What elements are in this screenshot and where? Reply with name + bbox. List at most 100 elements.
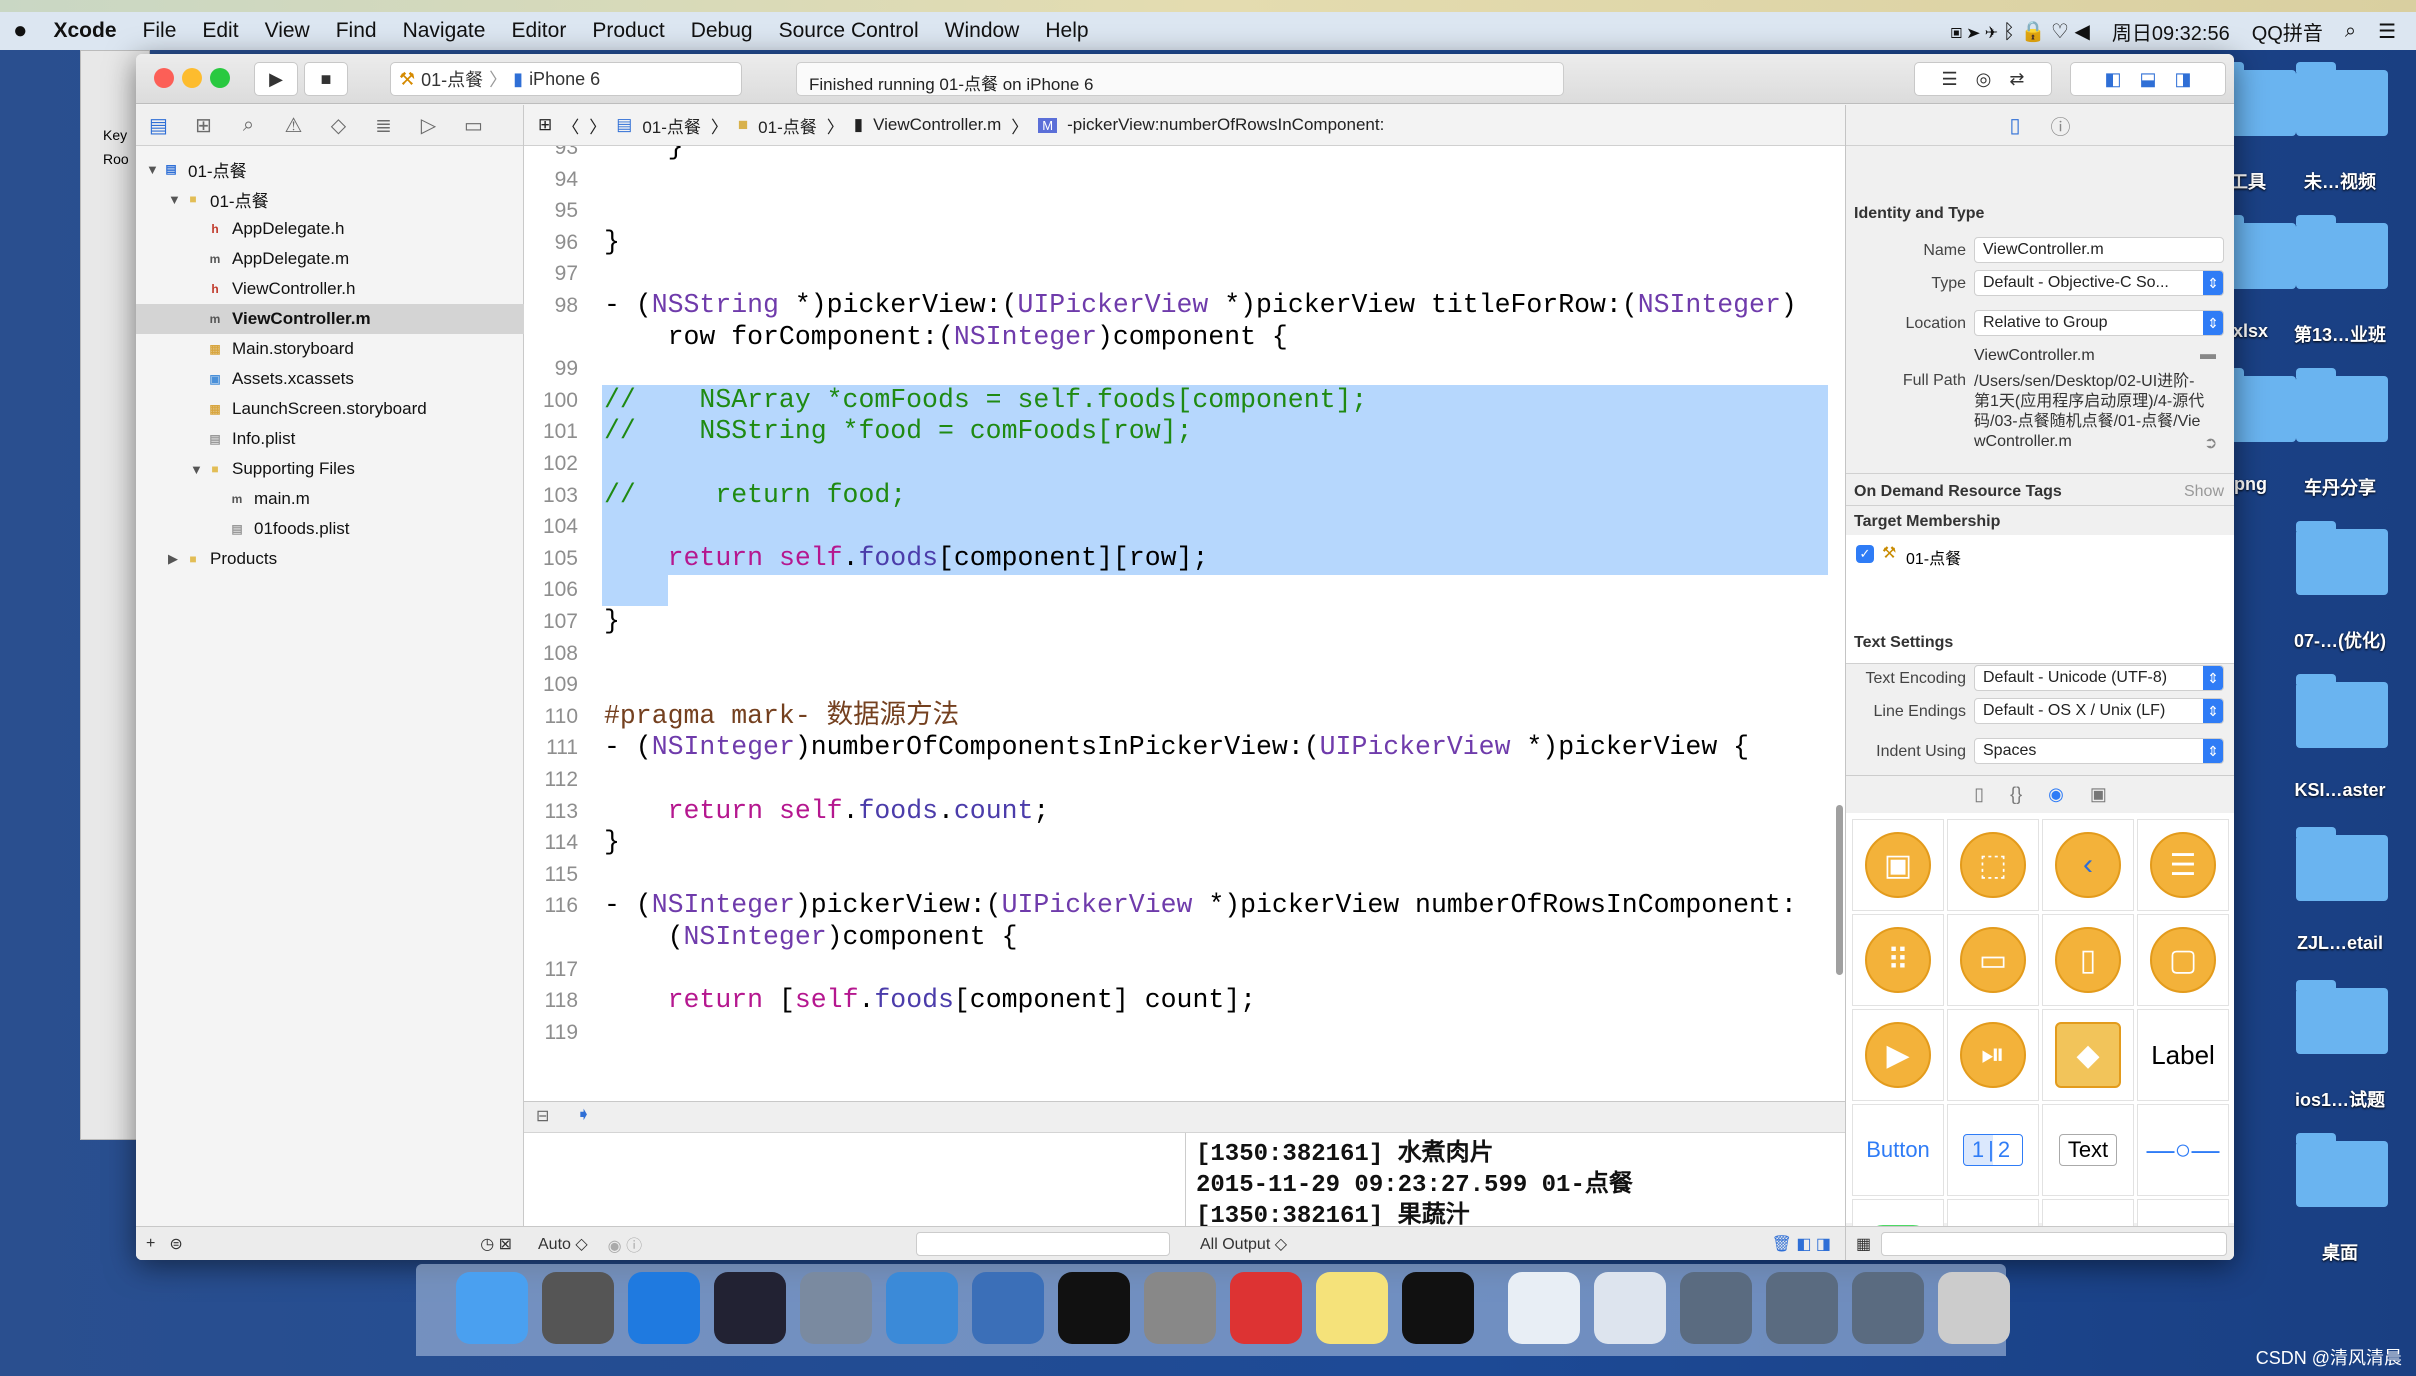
endings-popup[interactable]: Default - OS X / Unix (LF) (1974, 698, 2224, 724)
code-line[interactable]: } (604, 827, 620, 859)
navigation-controller-icon[interactable]: ‹ (2042, 819, 2134, 911)
dock-instruments-icon[interactable] (972, 1272, 1044, 1344)
code-line[interactable]: row forComponent:(NSInteger)component { (604, 322, 1288, 354)
close-button[interactable] (154, 68, 174, 88)
dock-finder-icon[interactable] (456, 1272, 528, 1344)
label-object[interactable]: Label (2137, 1009, 2229, 1101)
symbol-navigator-icon[interactable]: ⊞ (181, 113, 226, 138)
tree-item[interactable]: m ViewController.m (136, 304, 524, 334)
code-line[interactable]: (NSInteger)component { (604, 922, 1018, 954)
object-library-icon[interactable]: ◉ (2048, 784, 2064, 805)
name-field[interactable]: ViewController.m (1974, 237, 2224, 263)
menu-navigate[interactable]: Navigate (390, 19, 499, 43)
menu-file[interactable]: File (130, 19, 190, 43)
desktop-folder-icon[interactable] (2296, 368, 2388, 442)
tree-item[interactable]: ▤ 01foods.plist (136, 514, 524, 544)
standard-editor-icon[interactable]: ☰ (1942, 69, 1958, 90)
test-navigator-icon[interactable]: ◇ (316, 113, 361, 138)
spotlight-icon[interactable]: ⌕ (2345, 20, 2356, 43)
breakpoints-toggle-icon[interactable]: ➧ (576, 1104, 591, 1125)
menu-source-control[interactable]: Source Control (766, 19, 932, 43)
tree-item[interactable]: h ViewController.h (136, 274, 524, 304)
reveal-in-finder-icon[interactable]: ➲ (2204, 433, 2217, 453)
desktop-folder-icon[interactable] (2296, 1133, 2388, 1207)
page-view-controller-icon[interactable]: ▯ (2042, 914, 2134, 1006)
code-snippet-library-icon[interactable]: {} (2010, 784, 2022, 805)
editor-mode-buttons[interactable]: ☰ ◎ ⇄ (1914, 62, 2052, 96)
dock-trash-icon[interactable] (1938, 1272, 2010, 1344)
jump-symbol[interactable]: -pickerView:numberOfRowsInComponent: (1067, 115, 1384, 135)
desktop-folder-icon[interactable] (2296, 827, 2388, 901)
menu-xcode[interactable]: Xcode (41, 19, 130, 43)
desktop-item-label[interactable]: 桌面 (2280, 1239, 2400, 1265)
jump-file[interactable]: ViewController.m (873, 115, 1001, 135)
menu-editor[interactable]: Editor (498, 19, 579, 43)
menu-window[interactable]: Window (932, 19, 1033, 43)
grid-view-icon[interactable]: ▦ (1856, 1234, 1871, 1254)
dock-terminal-icon[interactable] (1058, 1272, 1130, 1344)
tree-item[interactable]: ▶ ■ Products (136, 544, 524, 574)
apple-menu-icon[interactable]: ● (0, 17, 41, 45)
segmented-control-object[interactable]: 1|2 (1947, 1104, 2039, 1196)
menu-find[interactable]: Find (323, 19, 390, 43)
desktop-item-label[interactable]: ios1…试题 (2280, 1086, 2400, 1112)
dock-xcode-icon[interactable] (886, 1272, 958, 1344)
disclosure-open-icon[interactable]: ▼ (190, 462, 206, 477)
dock-monitor-1-icon[interactable] (1680, 1272, 1752, 1344)
minimize-button[interactable] (182, 68, 202, 88)
issue-navigator-icon[interactable]: ⚠ (271, 113, 316, 138)
choose-folder-icon[interactable]: ▬ (2200, 346, 2216, 364)
code-line[interactable]: // NSArray *comFoods = self.foods[compon… (604, 385, 1367, 417)
code-line[interactable]: - (NSString *)pickerView:(UIPickerView *… (604, 290, 1797, 322)
utilities-toggle-icon[interactable]: ◨ (2175, 69, 2192, 90)
code-line[interactable]: return self.foods.count; (604, 796, 1050, 828)
scheme-selector[interactable]: ⚒ 01-点餐 〉 ▮ iPhone 6 (390, 62, 742, 96)
tree-item[interactable]: ▦ LaunchScreen.storyboard (136, 394, 524, 424)
dock-console-icon[interactable] (1402, 1272, 1474, 1344)
desktop-folder-icon[interactable] (2296, 215, 2388, 289)
code-line[interactable]: return [self.foods[component] count]; (604, 985, 1256, 1017)
forward-icon[interactable]: 〉 (589, 113, 606, 138)
disclosure-closed-icon[interactable]: ▶ (168, 551, 184, 567)
clock[interactable]: 周日09:32:56 (2112, 17, 2230, 46)
object-cube-icon[interactable]: ◆ (2042, 1009, 2134, 1101)
project-navigator-icon[interactable]: ▤ (136, 113, 181, 138)
desktop-folder-icon[interactable] (2296, 521, 2388, 595)
menu-product[interactable]: Product (579, 19, 677, 43)
dock-safari-icon[interactable] (628, 1272, 700, 1344)
desktop-folder-icon[interactable] (2296, 674, 2388, 748)
tree-item[interactable]: h AppDelegate.h (136, 214, 524, 244)
glkit-view-controller-icon[interactable]: ▢ (2137, 914, 2229, 1006)
desktop-item-label[interactable]: 未…视频 (2280, 168, 2400, 194)
navigator-toggle-icon[interactable]: ◧ (2104, 69, 2121, 90)
code-line[interactable]: } (604, 606, 620, 638)
menu-debug[interactable]: Debug (678, 19, 766, 43)
dock-launchpad-icon[interactable] (542, 1272, 614, 1344)
type-popup[interactable]: Default - Objective-C So... (1974, 270, 2224, 296)
zoom-button[interactable] (210, 68, 230, 88)
view-toggle-buttons[interactable]: ◧ ⬓ ◨ (2070, 62, 2226, 96)
location-popup[interactable]: Relative to Group (1974, 310, 2224, 336)
dock-mouse-icon[interactable] (714, 1272, 786, 1344)
file-inspector-icon[interactable]: ▯ (2009, 113, 2020, 138)
eye-icon[interactable]: ◉ ⓘ (608, 1232, 642, 1256)
storyboard-reference-icon[interactable]: ⬚ (1947, 819, 2039, 911)
disclosure-open-icon[interactable]: ▼ (146, 162, 162, 177)
debug-toggle-icon[interactable]: ⬓ (2139, 69, 2156, 90)
media-player-icon[interactable]: ⏯ (1947, 1009, 2039, 1101)
trash-and-layout-icons[interactable]: 🗑 ◧ ◨ (1772, 1234, 1831, 1254)
code-line[interactable]: // return food; (604, 480, 906, 512)
menu-view[interactable]: View (252, 19, 323, 43)
view-controller-icon[interactable]: ▣ (1852, 819, 1944, 911)
table-view-controller-icon[interactable]: ☰ (2137, 819, 2229, 911)
dock-system-preferences-icon[interactable] (1144, 1272, 1216, 1344)
version-editor-icon[interactable]: ⇄ (2009, 69, 2024, 90)
notification-center-icon[interactable]: ☰ (2378, 19, 2396, 44)
hide-debug-area-icon[interactable]: ⊟ (536, 1106, 549, 1126)
code-line[interactable]: return self.foods[component][row]; (604, 543, 1209, 575)
tree-item[interactable]: ▦ Main.storyboard (136, 334, 524, 364)
code-line[interactable]: } (604, 227, 620, 259)
dock-monitor-3-icon[interactable] (1852, 1272, 1924, 1344)
auto-selector[interactable]: Auto ◇ (538, 1234, 588, 1254)
dock-wps-icon[interactable] (1230, 1272, 1302, 1344)
